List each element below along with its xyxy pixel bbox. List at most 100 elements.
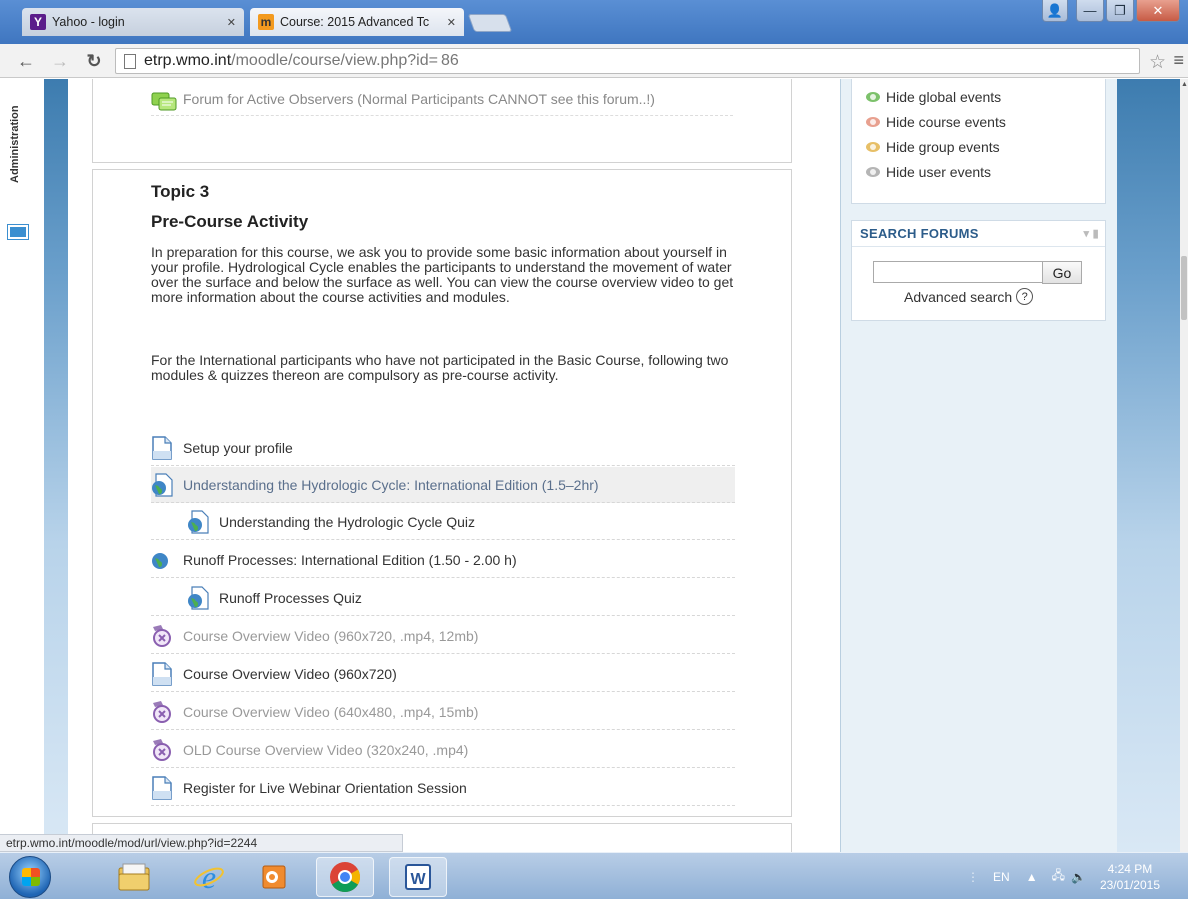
language-indicator[interactable]: EN [993,870,1010,884]
section-summary-paragraph-1: In preparation for this course, we ask y… [151,244,734,305]
activity-old-overview-video[interactable]: OLD Course Overview Video (320x240, .mp4… [151,732,735,768]
volume-icon[interactable]: 🔈 [1071,870,1086,884]
maximize-button[interactable]: ❐ [1106,0,1134,22]
start-button[interactable] [9,856,51,898]
minimize-button[interactable]: — [1076,0,1104,22]
scroll-thumb[interactable] [1181,256,1187,320]
activity-overview-video-960-mp4[interactable]: Course Overview Video (960x720, .mp4, 12… [151,618,735,654]
activity-label[interactable]: Course Overview Video (960x720) [183,666,397,682]
network-icon[interactable]: 🖧 [1052,866,1065,887]
tab-title: Course: 2015 Advanced Tc [280,15,430,29]
event-label[interactable]: Hide user events [886,164,991,180]
new-tab-button[interactable] [467,14,513,32]
url-path: /moodle/course/view.php?id= [231,52,438,69]
hide-global-events-link[interactable]: Hide global events [852,84,1105,109]
browser-tabstrip: Y Yahoo - login ✕ m Course: 2015 Advance… [0,0,1188,44]
page-info-icon [124,53,136,69]
back-arrow-icon[interactable]: ← [14,49,38,73]
activity-overview-video-960[interactable]: Course Overview Video (960x720) [151,656,735,692]
globe-icon [152,552,168,569]
web-page: Administration ▲ Forum for Active Observ… [0,79,1188,852]
globe-icon [152,472,173,497]
clock-time: 4:24 PM [1107,861,1153,876]
bookmark-star-icon[interactable]: ☆ [1149,51,1166,74]
activity-runoff-quiz[interactable]: Runoff Processes Quiz [151,580,735,616]
event-label[interactable]: Hide global events [886,89,1001,105]
activity-setup-profile[interactable]: Setup your profile [151,430,735,466]
activity-heading: Pre-Course Activity [151,212,309,231]
outlook-icon [262,865,286,889]
forum-activity[interactable]: Forum for Active Observers (Normal Parti… [151,90,733,116]
event-label[interactable]: Hide group events [886,139,1000,155]
activity-label[interactable]: Runoff Processes Quiz [219,590,362,606]
internet-explorer-icon: e [194,860,224,894]
word-icon: W [405,864,431,890]
video-icon [153,738,171,761]
chrome-taskbar-button[interactable] [316,857,374,897]
advanced-search-label[interactable]: Advanced search [904,289,1012,305]
search-forums-input[interactable] [873,261,1043,283]
tab-course[interactable]: m Course: 2015 Advanced Tc ✕ [250,8,464,36]
help-icon[interactable]: ? [1016,288,1034,305]
browser-toolbar: ← → ↻ etrp.wmo.int /moodle/course/view.p… [0,44,1188,78]
block-header: SEARCH FORUMS ▾ ▮ [852,221,1105,247]
forward-arrow-icon[interactable]: → [48,49,72,73]
scrollbar[interactable]: ▲ [1180,79,1188,852]
outlook-taskbar-button[interactable] [245,857,303,897]
activity-register-webinar[interactable]: Register for Live Webinar Orientation Se… [151,770,735,806]
activity-label[interactable]: Setup your profile [183,440,293,456]
block-title: SEARCH FORUMS [860,226,979,241]
user-icon[interactable]: 👤 [1042,0,1068,22]
reload-icon[interactable]: ↻ [82,49,106,73]
page-icon [152,661,172,686]
scroll-up-icon[interactable]: ▲ [1181,81,1188,88]
event-label[interactable]: Hide course events [886,114,1006,130]
eye-icon [866,141,880,152]
hide-group-events-link[interactable]: Hide group events [852,134,1105,159]
word-taskbar-button[interactable]: W [389,857,447,897]
svg-text:e: e [202,860,216,894]
activity-label[interactable]: Runoff Processes: International Edition … [183,552,517,568]
activity-label[interactable]: Understanding the Hydrologic Cycle Quiz [219,514,475,530]
forum-link[interactable]: Forum for Active Observers (Normal Parti… [183,91,655,107]
page-icon [152,775,172,800]
activity-runoff-processes[interactable]: Runoff Processes: International Edition … [151,542,735,578]
advanced-search-link[interactable]: Advanced search ? [904,288,1034,305]
activity-overview-video-640[interactable]: Course Overview Video (640x480, .mp4, 15… [151,694,735,730]
activity-hydrologic-cycle-quiz[interactable]: Understanding the Hydrologic Cycle Quiz [151,504,735,540]
ie-taskbar-button[interactable]: e [180,857,238,897]
svg-text:W: W [410,871,426,888]
tab-yahoo-login[interactable]: Y Yahoo - login ✕ [22,8,244,36]
close-window-button[interactable]: ✕ [1136,0,1180,22]
video-icon [153,700,171,723]
go-button[interactable]: Go [1042,261,1082,284]
address-bar[interactable]: etrp.wmo.int /moodle/course/view.php?id=… [115,48,1140,74]
section-title: Topic 3 [151,182,210,201]
close-icon[interactable]: ✕ [227,16,236,29]
hide-user-events-link[interactable]: Hide user events [852,159,1105,184]
activity-hydrologic-cycle[interactable]: Understanding the Hydrologic Cycle: Inte… [151,467,735,503]
clock[interactable]: 4:24 PM 23/01/2015 [1100,861,1160,893]
show-hidden-icons-icon[interactable]: ▲ [1026,870,1038,884]
dock-icon[interactable] [7,224,29,240]
eye-icon [866,91,880,102]
section-summary-paragraph-2: For the International participants who h… [151,352,729,383]
administration-label[interactable]: Administration [9,89,21,199]
calendar-block: Hide global events Hide course events Hi… [851,79,1106,204]
tray-grip-icon: ⋮ [967,869,980,884]
forum-icon [151,92,177,111]
explorer-taskbar-button[interactable] [105,857,163,897]
windows-taskbar: e W ⋮ EN ▲ 🖧 🔈 4:24 PM 23/01/2015 [0,852,1188,899]
close-icon[interactable]: ✕ [447,16,456,29]
eye-icon [866,116,880,127]
activity-label[interactable]: Register for Live Webinar Orientation Se… [183,780,467,796]
hide-course-events-link[interactable]: Hide course events [852,109,1105,134]
activity-label[interactable]: OLD Course Overview Video (320x240, .mp4… [183,742,468,758]
activity-label[interactable]: Course Overview Video (640x480, .mp4, 15… [183,704,478,720]
chrome-menu-icon[interactable]: ≡ [1173,50,1184,71]
system-tray: ⋮ EN ▲ 🖧 🔈 4:24 PM 23/01/2015 [967,853,1188,899]
block-controls-icon[interactable]: ▾ ▮ [1083,227,1099,240]
activity-label[interactable]: Course Overview Video (960x720, .mp4, 12… [183,628,478,644]
search-forums-block: SEARCH FORUMS ▾ ▮ Go Advanced search ? [851,220,1106,321]
activity-label[interactable]: Understanding the Hydrologic Cycle: Inte… [183,477,599,493]
